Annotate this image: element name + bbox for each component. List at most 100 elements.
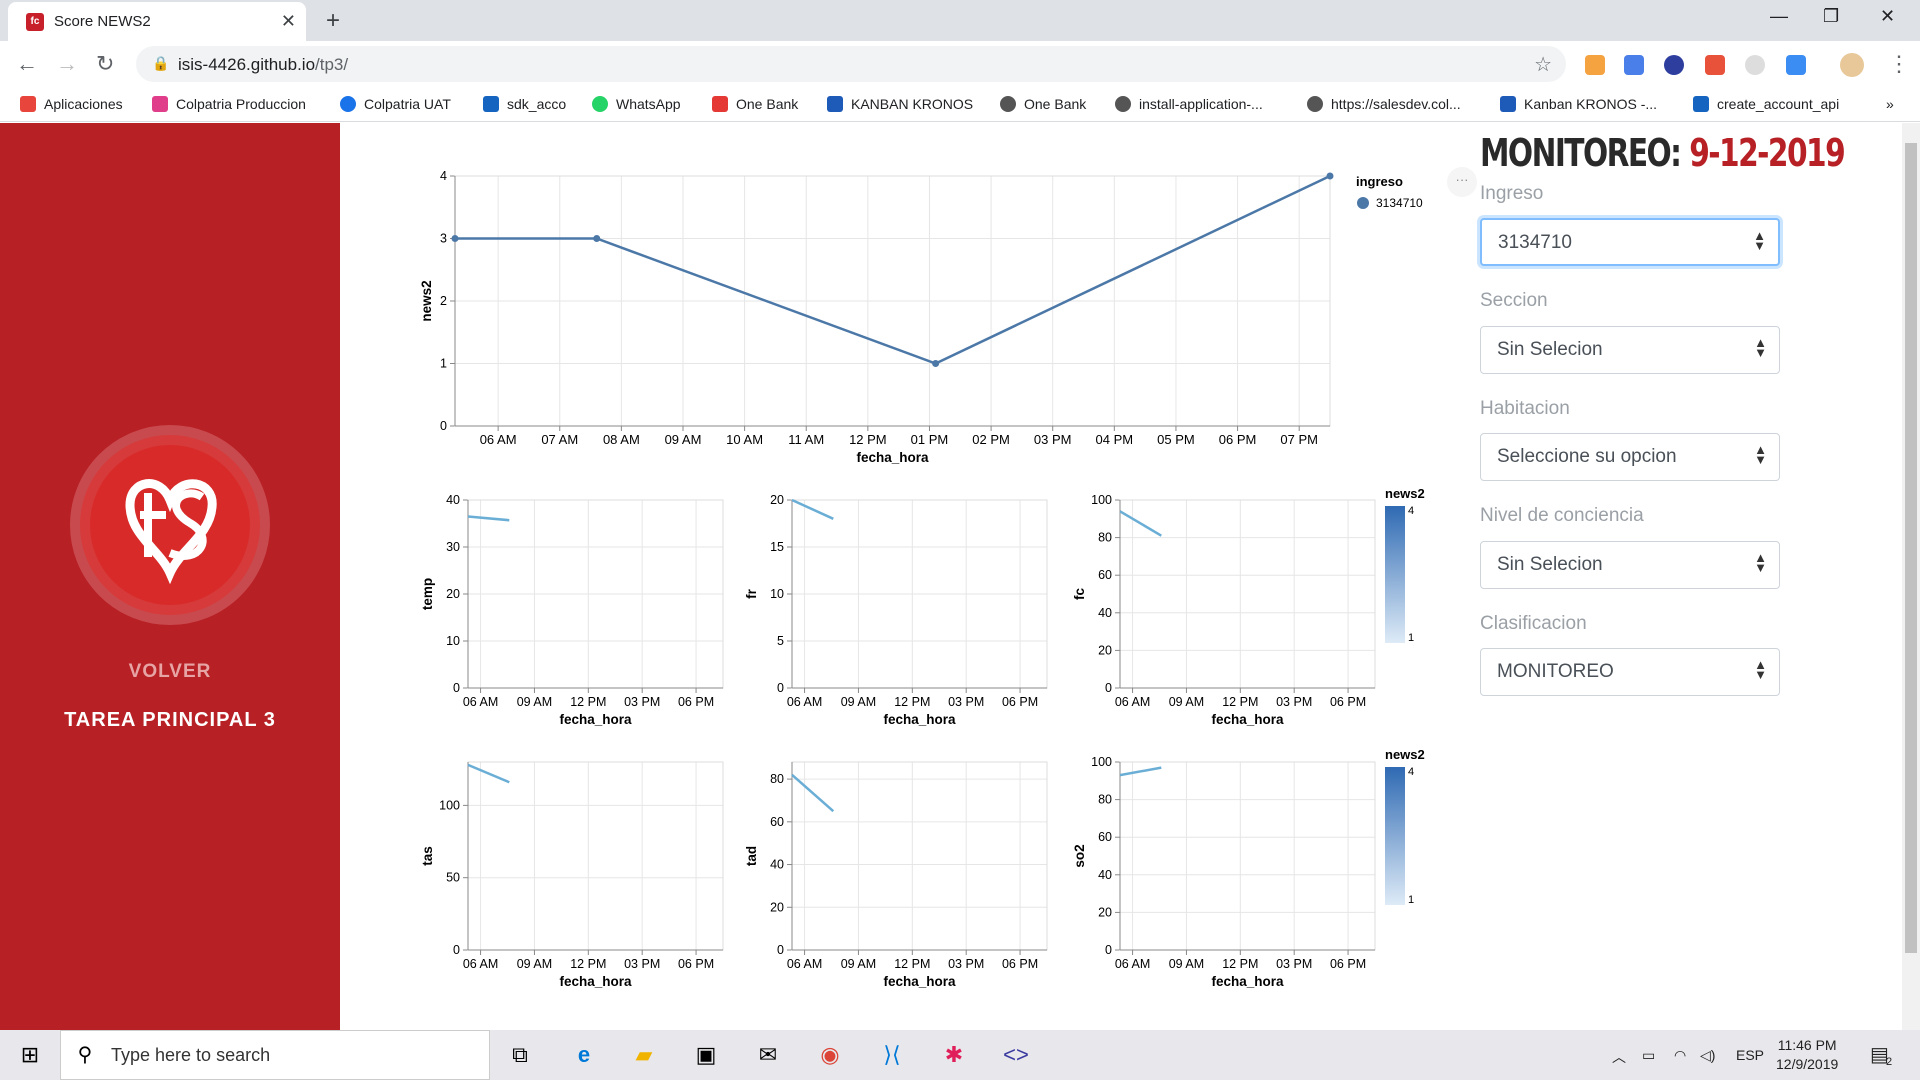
seccion-select[interactable]: Sin Selecion ▲ ▼ — [1480, 326, 1780, 374]
y-tick-label: 2 — [440, 294, 447, 308]
habitacion-select[interactable]: Seleccione su opcion ▲ ▼ — [1480, 433, 1780, 481]
extension-icon[interactable] — [1585, 55, 1605, 75]
restore-icon[interactable]: ❐ — [1823, 6, 1839, 27]
browser-toolbar: ← → ↻ 🔒 isis-4426.github.io/tp3/ ☆ ⋮ — [0, 41, 1920, 88]
language-indicator[interactable]: ESP — [1736, 1047, 1764, 1063]
page-scrollbar[interactable] — [1902, 123, 1920, 1030]
bookmark-item[interactable]: Colpatria UAT — [340, 96, 451, 112]
profile-avatar[interactable] — [1840, 53, 1864, 77]
seccion-value: Sin Selecion — [1497, 339, 1603, 360]
menu-dots-icon[interactable]: ⋮ — [1888, 51, 1910, 77]
x-tick-label: 06 PM — [1330, 695, 1366, 709]
chart-actions-menu-icon[interactable]: ··· — [1447, 167, 1477, 197]
nivel-conciencia-value: Sin Selecion — [1497, 554, 1603, 575]
reload-icon[interactable]: ↻ — [96, 51, 114, 77]
volume-icon[interactable]: ◁) — [1700, 1047, 1715, 1064]
close-window-icon[interactable]: ✕ — [1880, 6, 1895, 27]
bookmark-item[interactable]: One Bank — [1000, 96, 1086, 112]
slack-icon[interactable]: ✱ — [940, 1041, 968, 1069]
wifi-icon[interactable]: ◠ — [1674, 1047, 1686, 1064]
windows-start-icon[interactable]: ⊞ — [16, 1041, 44, 1069]
y-tick-label: 40 — [1098, 868, 1112, 882]
forward-icon[interactable]: → — [56, 51, 78, 77]
globe-icon — [1115, 96, 1131, 112]
address-bar[interactable]: 🔒 isis-4426.github.io/tp3/ ☆ — [136, 46, 1566, 82]
bookmark-apps[interactable]: Aplicaciones — [20, 96, 123, 112]
bookmark-item[interactable]: WhatsApp — [592, 96, 681, 112]
more-bookmarks-icon[interactable]: » — [1886, 96, 1894, 112]
bookmark-item[interactable]: install-application-... — [1115, 96, 1263, 112]
y-tick-label: 20 — [1098, 905, 1112, 919]
chrome-icon[interactable]: ◉ — [816, 1041, 844, 1069]
tray-chevron-icon[interactable]: ︿ — [1612, 1047, 1626, 1067]
y-tick-label: 100 — [439, 798, 460, 812]
back-icon[interactable]: ← — [16, 51, 38, 77]
x-axis-title: fecha_hora — [856, 450, 929, 465]
seccion-label: Seccion — [1480, 290, 1548, 311]
x-tick-label: 03 PM — [1276, 695, 1312, 709]
color-legend-min: 1 — [1408, 632, 1414, 644]
file-explorer-icon[interactable]: ▰ — [630, 1041, 658, 1069]
notification-count: 2 — [1886, 1056, 1893, 1068]
close-tab-icon[interactable]: ✕ — [281, 11, 296, 32]
y-axis-title: news2 — [419, 280, 434, 321]
taskbar-search[interactable]: ⚲ Type here to search — [60, 1030, 490, 1080]
plot-frame — [791, 761, 1048, 951]
battery-icon[interactable]: ▭ — [1642, 1047, 1655, 1064]
bookmark-item[interactable]: Colpatria Produccion — [152, 96, 306, 112]
extension-icon[interactable] — [1745, 55, 1765, 75]
clock[interactable]: 11:46 PM 12/9/2019 — [1776, 1036, 1838, 1074]
y-tick-label: 80 — [1098, 793, 1112, 807]
x-tick-label: 06 PM — [1330, 957, 1366, 971]
bookmark-star-icon[interactable]: ☆ — [1534, 52, 1552, 77]
clasificacion-select[interactable]: MONITOREO ▲ ▼ — [1480, 648, 1780, 696]
bookmark-item[interactable]: KANBAN KRONOS — [827, 96, 973, 112]
edge-icon[interactable]: e — [570, 1041, 598, 1069]
volver-link[interactable]: VOLVER — [0, 661, 340, 683]
lock-icon[interactable]: 🔒 — [152, 55, 169, 72]
translate-extension-icon[interactable] — [1624, 55, 1644, 75]
minimize-icon[interactable]: — — [1770, 6, 1788, 27]
extension-icon[interactable] — [1664, 55, 1684, 75]
vscode-icon[interactable]: ⟩⟨ — [878, 1041, 906, 1069]
bookmark-item[interactable]: https://salesdev.col... — [1307, 96, 1461, 112]
scrollbar-thumb[interactable] — [1905, 143, 1917, 953]
x-axis-title: fecha_hora — [1211, 974, 1284, 989]
x-tick-label: 06 PM — [678, 957, 714, 971]
store-icon[interactable]: ▣ — [692, 1041, 720, 1069]
x-tick-label: 07 PM — [1280, 432, 1318, 447]
mail-icon[interactable]: ✉ — [754, 1041, 782, 1069]
data-point — [932, 360, 940, 367]
color-legend-min: 1 — [1408, 894, 1414, 906]
bookmark-item[interactable]: Kanban KRONOS -... — [1500, 96, 1657, 112]
x-tick-label: 01 PM — [911, 432, 949, 447]
x-tick-label: 12 PM — [894, 695, 930, 709]
browser-tab[interactable]: fc Score NEWS2 ✕ — [8, 2, 306, 41]
data-point — [1326, 172, 1334, 180]
legend-title: ingreso — [1356, 174, 1403, 189]
x-tick-label: 06 AM — [480, 432, 517, 447]
ingreso-select[interactable]: 3134710 ▲ ▼ — [1480, 218, 1780, 266]
zoom-extension-icon[interactable] — [1786, 55, 1806, 75]
nivel-conciencia-select[interactable]: Sin Selecion ▲ ▼ — [1480, 541, 1780, 589]
extension-icon[interactable] — [1705, 55, 1725, 75]
bookmark-favicon-icon — [1500, 96, 1516, 112]
task-view-icon[interactable]: ⧉ — [506, 1041, 534, 1069]
code-app-icon[interactable]: <> — [1002, 1041, 1030, 1069]
habitacion-value: Seleccione su opcion — [1497, 446, 1677, 467]
x-tick-label: 06 AM — [787, 695, 822, 709]
new-tab-icon[interactable]: + — [326, 7, 340, 35]
x-axis-title: fecha_hora — [559, 974, 632, 989]
clasificacion-value: MONITOREO — [1497, 661, 1614, 682]
bookmark-item[interactable]: create_account_api — [1693, 96, 1839, 112]
y-tick-label: 100 — [1091, 493, 1112, 507]
bookmark-item[interactable]: One Bank — [712, 96, 798, 112]
bookmark-favicon-icon — [152, 96, 168, 112]
x-axis-title: fecha_hora — [883, 974, 956, 989]
x-axis-title: fecha_hora — [1211, 712, 1284, 727]
y-tick-label: 4 — [440, 169, 447, 183]
site-favicon-icon: fc — [26, 13, 44, 31]
tarea-principal-link[interactable]: TAREA PRINCIPAL 3 — [0, 709, 340, 732]
bookmark-favicon-icon — [1693, 96, 1709, 112]
bookmark-item[interactable]: sdk_acco — [483, 96, 566, 112]
